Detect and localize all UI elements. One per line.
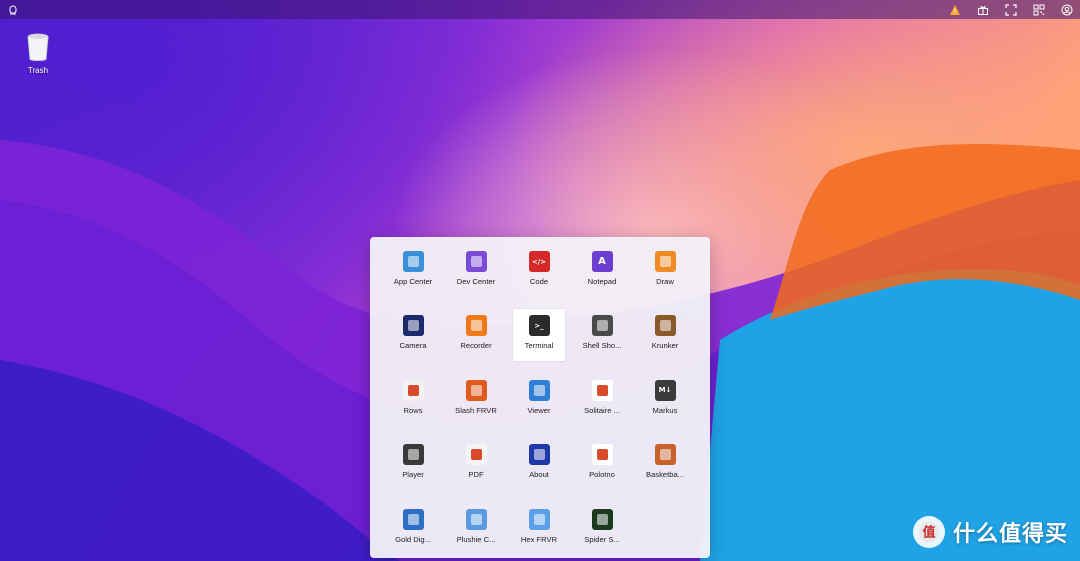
code-icon: </>	[528, 251, 550, 272]
app-camera[interactable]: Camera	[387, 309, 439, 361]
svg-text:值: 值	[923, 525, 936, 541]
watermark: 值 什么值得买	[912, 516, 1068, 548]
app-solitaire[interactable]: Solitaire ...	[576, 374, 628, 426]
app-label: Krunker	[651, 341, 679, 351]
about-icon	[528, 444, 550, 466]
app-polotno[interactable]: Polotno	[576, 438, 628, 490]
basketball-icon	[654, 444, 676, 466]
watermark-text: 什么值得买	[952, 522, 1068, 547]
zhi-logo-icon: 值	[912, 516, 945, 548]
app-label: Markus	[652, 405, 678, 415]
app-dev-center[interactable]: Dev Center	[450, 245, 502, 297]
app-label: About	[529, 470, 549, 480]
app-grid: App Center Dev Center </> Code A Notepad Draw C…	[382, 245, 697, 561]
app-label: Basketba...	[646, 470, 684, 480]
pdf-icon	[465, 444, 487, 466]
app-spider-solitaire[interactable]: Spider S...	[576, 503, 628, 555]
app-code[interactable]: </> Code	[513, 245, 565, 297]
app-basketball[interactable]: Basketba...	[639, 438, 691, 490]
app-label: Camera	[399, 341, 427, 351]
slash-frvr-icon	[465, 379, 487, 401]
app-shell-shockers[interactable]: Shell Sho...	[576, 309, 628, 361]
app-label: Terminal	[524, 341, 554, 351]
app-center-icon	[402, 251, 424, 272]
user-icon[interactable]	[1060, 3, 1074, 17]
trash-icon	[27, 33, 49, 61]
camera-icon	[402, 315, 424, 337]
app-viewer[interactable]: Viewer	[513, 374, 565, 426]
recorder-icon	[465, 315, 487, 337]
app-label: Solitaire ...	[584, 405, 620, 415]
app-recorder[interactable]: Recorder	[450, 309, 502, 361]
app-label: App Center	[393, 277, 433, 286]
os-logo-icon[interactable]	[6, 3, 20, 17]
qr-code-icon[interactable]	[1032, 3, 1046, 17]
app-krunker[interactable]: Krunker	[639, 309, 691, 361]
app-label: Draw	[656, 277, 674, 286]
app-label: Shell Sho...	[582, 341, 622, 351]
desktop-icon-trash[interactable]: Trash	[18, 32, 58, 75]
app-label: Viewer	[527, 405, 551, 415]
app-player[interactable]: Player	[387, 438, 439, 490]
shell-shockers-icon	[591, 315, 613, 337]
terminal-icon: >_	[528, 315, 550, 337]
app-label: Notepad	[587, 277, 617, 286]
app-terminal[interactable]: >_ Terminal	[513, 309, 565, 362]
app-label: Code	[529, 277, 549, 286]
app-app-center[interactable]: App Center	[387, 245, 439, 297]
app-label: Recorder	[460, 341, 492, 351]
player-icon	[402, 444, 424, 466]
app-draw[interactable]: Draw	[639, 245, 691, 297]
app-label: Polotno	[589, 470, 615, 480]
app-hex-frvr[interactable]: Hex FRVR	[513, 503, 565, 555]
app-label: Hex FRVR	[520, 534, 558, 544]
app-label: Rows	[403, 405, 423, 415]
app-launcher: App Center Dev Center </> Code A Notepad Draw C…	[370, 237, 710, 558]
app-label: Dev Center	[456, 277, 496, 286]
app-label: PDF	[468, 470, 484, 480]
app-label: Player	[402, 470, 424, 480]
warning-icon[interactable]	[948, 3, 962, 17]
app-label: Slash FRVR	[455, 405, 497, 415]
fullscreen-icon[interactable]	[1004, 3, 1018, 17]
solitaire-icon	[591, 379, 613, 401]
app-slash-frvr[interactable]: Slash FRVR	[450, 374, 502, 426]
viewer-icon	[528, 379, 550, 401]
app-rows[interactable]: Rows	[387, 374, 439, 426]
app-label: Gold Dig...	[395, 534, 431, 544]
rows-icon	[402, 379, 424, 401]
gold-digger-icon	[402, 508, 424, 530]
app-about[interactable]: About	[513, 438, 565, 490]
draw-icon	[654, 251, 676, 272]
app-gold-digger[interactable]: Gold Dig...	[387, 503, 439, 555]
app-notepad[interactable]: A Notepad	[576, 245, 628, 297]
gift-icon[interactable]	[976, 3, 990, 17]
app-label: Spider S...	[584, 534, 620, 544]
notepad-icon: A	[591, 251, 613, 272]
app-pdf[interactable]: PDF	[450, 438, 502, 490]
app-markus[interactable]: M↓ Markus	[639, 374, 691, 426]
app-label: Plushie C...	[456, 534, 496, 544]
markus-icon: M↓	[654, 379, 676, 401]
dev-center-icon	[465, 251, 487, 272]
desktop-icon-label: Trash	[27, 66, 49, 75]
polotno-icon	[591, 444, 613, 466]
app-plushie[interactable]: Plushie C...	[450, 503, 502, 555]
top-bar	[0, 0, 1080, 19]
plushie-icon	[465, 508, 487, 530]
hex-frvr-icon	[528, 508, 550, 530]
spider-solitaire-icon	[591, 508, 613, 530]
krunker-icon	[654, 315, 676, 337]
